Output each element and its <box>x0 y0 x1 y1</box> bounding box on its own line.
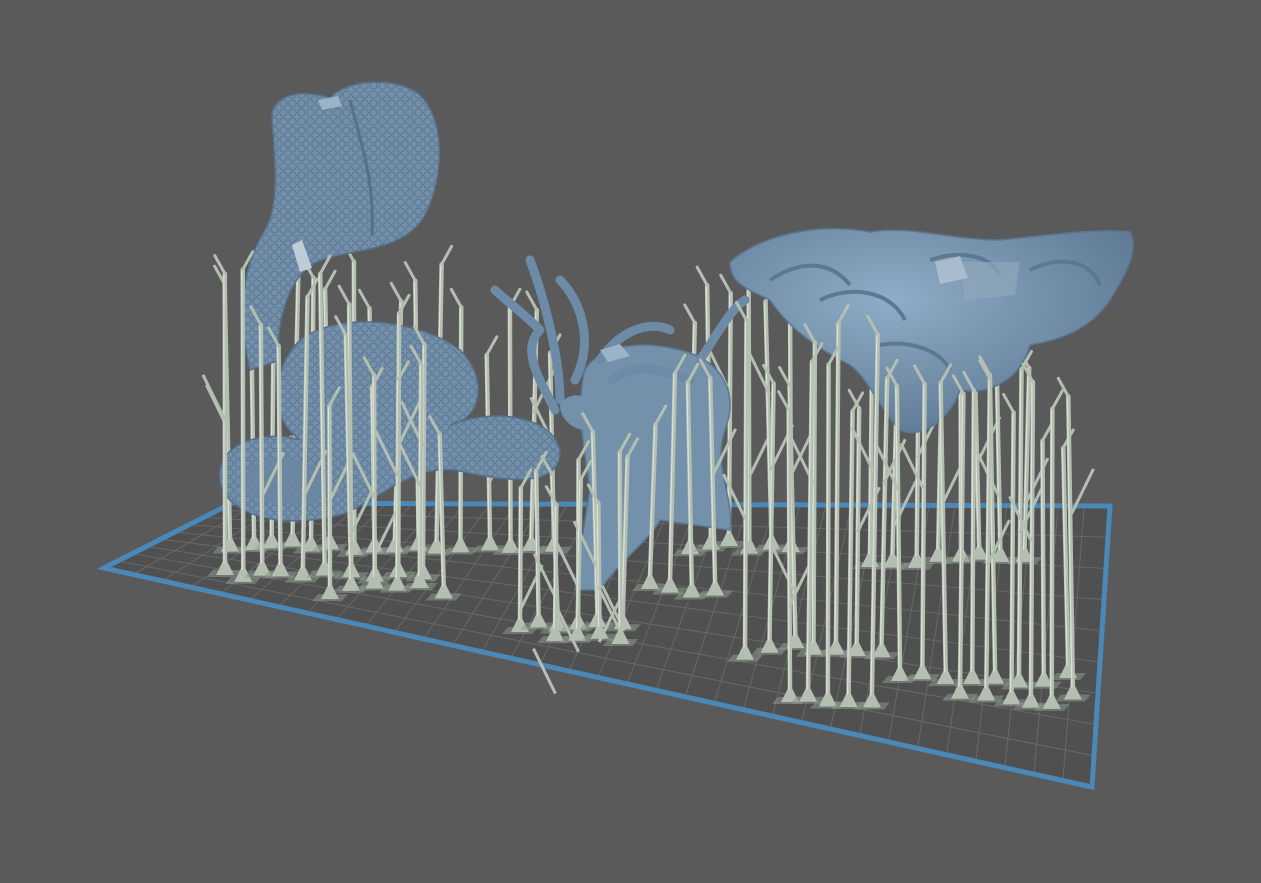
support-tip <box>323 269 337 291</box>
support-shaft <box>240 267 246 573</box>
support-shaft-highlight <box>327 405 330 588</box>
blob-creature-mesh-patch <box>960 262 1020 300</box>
support-tip <box>1002 392 1016 414</box>
support-tip <box>337 284 351 306</box>
support-tip <box>683 303 697 325</box>
support-tip <box>525 290 539 312</box>
support-shaft-highlight <box>618 452 621 632</box>
support-tip <box>695 265 709 287</box>
support-tip <box>389 281 403 303</box>
support-tip <box>778 365 792 387</box>
support-tip <box>1050 389 1064 411</box>
support-tip <box>403 261 417 283</box>
support-brace <box>201 374 227 421</box>
support-shaft-highlight <box>241 269 243 570</box>
slicer-scene[interactable] <box>0 0 1261 883</box>
support-tip <box>485 335 499 357</box>
support-tip <box>719 273 733 295</box>
support-tip <box>777 390 791 412</box>
support-tip <box>357 288 371 310</box>
support-tip <box>440 244 454 266</box>
support-tip <box>449 287 463 309</box>
3d-viewport[interactable] <box>0 0 1261 883</box>
support-shaft-highlight <box>826 364 829 695</box>
support-shaft-highlight <box>1050 408 1052 697</box>
support-shaft-highlight <box>518 487 521 621</box>
